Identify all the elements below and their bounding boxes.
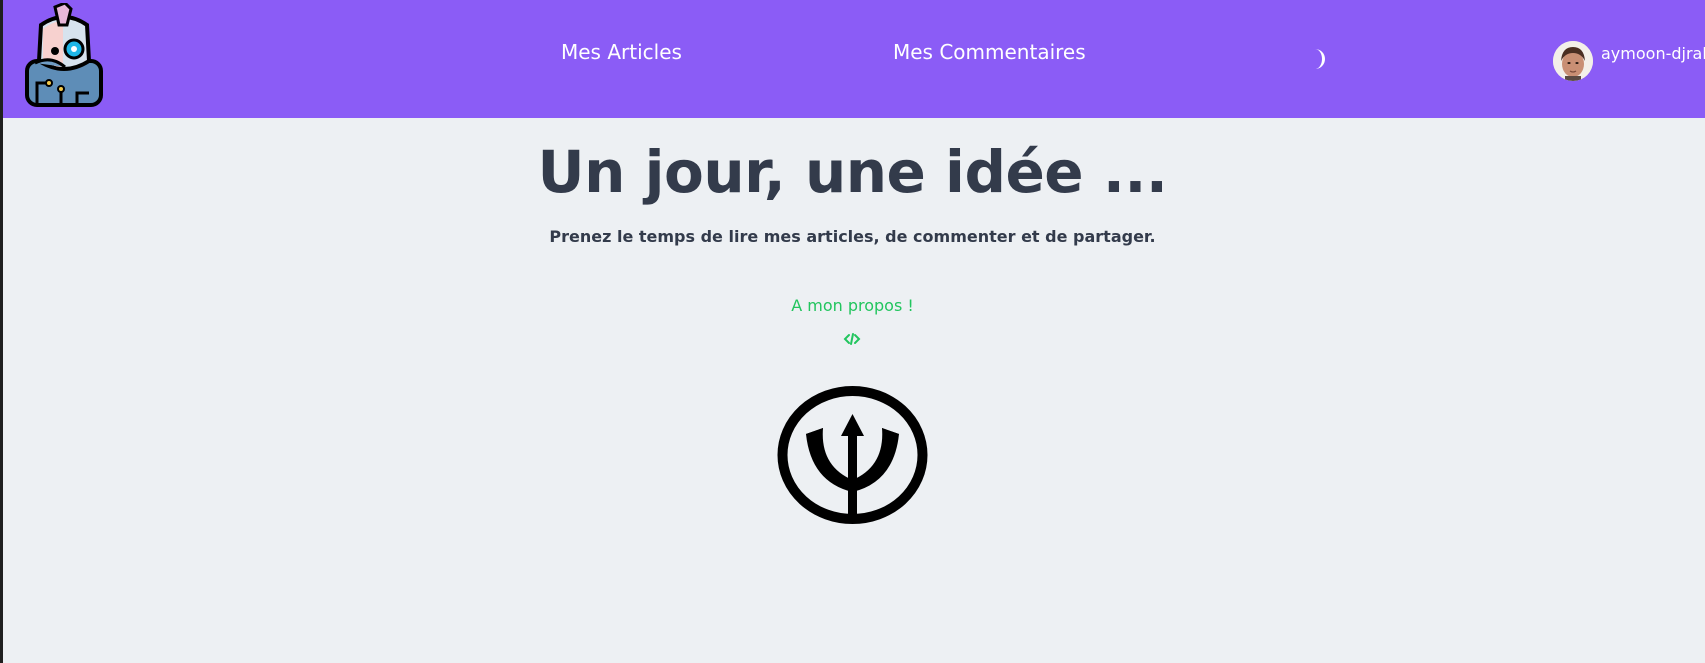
- code-icon: [843, 333, 861, 345]
- username[interactable]: aymoon-djrak: [1601, 44, 1705, 63]
- trident-icon: [777, 386, 928, 524]
- nav-link-articles[interactable]: Mes Articles: [561, 40, 682, 64]
- avatar-face-icon: [1553, 41, 1593, 81]
- page-title: Un jour, une idée ...: [537, 138, 1168, 206]
- nav-link-comments[interactable]: Mes Commentaires: [893, 40, 1086, 64]
- moon-icon[interactable]: [1309, 46, 1331, 72]
- cyborg-robot-icon[interactable]: [21, 3, 107, 107]
- page-subtitle: Prenez le temps de lire mes articles, de…: [549, 227, 1156, 246]
- user-avatar[interactable]: [1553, 41, 1593, 81]
- about-link[interactable]: A mon propos !: [0, 296, 1705, 315]
- navbar: Mes Articles Mes Commentaires aymoon-djr…: [3, 0, 1705, 118]
